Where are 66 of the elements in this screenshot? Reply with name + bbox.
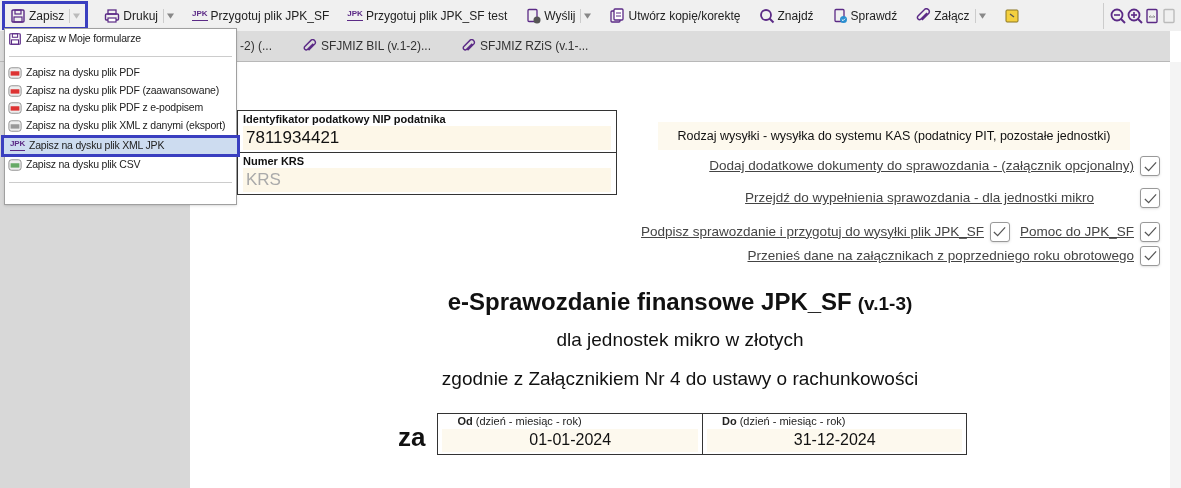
date-label: Do (dzień - miesiąc - rok) — [720, 413, 847, 429]
input-field[interactable]: KRS — [243, 168, 611, 192]
link[interactable]: Dodaj dodatkowe dokumenty do sprawozdania - (załącznik opcjonalny) — [709, 156, 1134, 177]
paperclip-icon — [461, 38, 476, 54]
toolbar-button[interactable]: Drukuj — [96, 1, 183, 30]
document-tab[interactable]: SFJMIZ BIL (v.1-2)... — [302, 37, 431, 55]
xml-file-icon — [8, 118, 22, 133]
field-label: Identyfikator podatkowy NIP podatnika — [243, 112, 447, 126]
form-subtitle: dla jednostek mikro w złotych — [556, 328, 804, 352]
submission-type-label: Rodzaj wysyłki - wysyłka do systemu KAS (podatnicy PIT, pozostałe jednostki) — [658, 122, 1130, 150]
caret-icon[interactable] — [978, 12, 986, 19]
printer-icon — [104, 7, 121, 24]
checkbox[interactable] — [1140, 156, 1160, 177]
checkbox[interactable] — [1140, 221, 1160, 242]
form-title: e-Sprawozdanie finansowe JPK_SF — [447, 287, 852, 317]
sticky-note-icon — [1003, 7, 1020, 24]
copy-icon — [609, 7, 626, 24]
date-field[interactable]: 01-01-2024 — [442, 428, 698, 452]
spreadsheet-file-icon — [8, 158, 22, 173]
pdf-file-icon — [8, 101, 22, 116]
menu-item[interactable]: Zapisz na dysku plik PDF — [5, 64, 236, 82]
fit-width-icon[interactable] — [1144, 7, 1160, 24]
caret-icon[interactable] — [584, 12, 592, 19]
document-send-icon — [525, 7, 542, 24]
date-label: Od (dzień - miesiąc - rok) — [456, 413, 583, 429]
pdf-file-icon — [8, 66, 22, 81]
menu-item[interactable]: Zapisz w Moje formularze — [5, 30, 236, 48]
zoom-in-icon[interactable] — [1127, 7, 1143, 24]
link[interactable]: Przenieś dane na załącznikach z poprzedniego roku obrotowego — [747, 245, 1134, 266]
toolbar-button[interactable]: Znajdź — [750, 1, 822, 30]
date-field[interactable]: 31-12-2024 — [706, 428, 963, 452]
pdf-file-icon — [8, 83, 22, 98]
form-subtitle: zgodnie z Załącznikiem Nr 4 do ustawy o rachunkowości — [441, 366, 919, 391]
checkmark-icon — [1142, 248, 1158, 264]
link[interactable]: Podpisz sprawozdanie i przygotuj do wysyłki plik JPK_SF — [641, 221, 984, 242]
toolbar-button[interactable]: Sprawdź — [823, 1, 906, 30]
document-tab[interactable]: SFJMIZ RZiS (v.1-... — [461, 37, 589, 55]
menu-item[interactable]: Zapisz na dysku plik PDF z e-podpisem — [5, 99, 236, 117]
link[interactable]: Przejdź do wypełnienia sprawozdania - dla jednostki mikro — [745, 188, 1094, 209]
paperclip-icon — [302, 38, 317, 54]
search-icon — [758, 7, 775, 24]
checkmark-icon — [992, 224, 1008, 240]
link[interactable]: Pomoc do JPK_SF — [1019, 221, 1134, 242]
checkbox[interactable] — [989, 221, 1010, 242]
checkbox[interactable] — [1140, 188, 1160, 209]
toolbar-button[interactable]: Załącz — [907, 1, 994, 30]
toolbar-button[interactable]: Utwórz kopię/korektę — [601, 1, 749, 30]
paperclip-icon — [915, 7, 932, 24]
toolbar-button[interactable]: JPK Przygotuj plik JPK_SF test — [339, 1, 516, 30]
checkbox[interactable] — [1140, 245, 1160, 266]
period-label: za — [398, 421, 426, 454]
menu-item[interactable]: Zapisz na dysku plik CSV — [5, 156, 236, 174]
zoom-out-icon[interactable] — [1110, 7, 1126, 24]
toolbar-button[interactable]: Wyślij — [517, 1, 600, 30]
menu-item[interactable]: Zapisz na dysku plik XML z danymi (eksport) — [5, 117, 236, 135]
caret-icon[interactable] — [167, 12, 175, 19]
save-icon — [8, 31, 22, 46]
menu-item[interactable]: JPK Zapisz na dysku plik XML JPK — [1, 134, 240, 157]
form-version: (v.1-3) — [857, 292, 913, 316]
input-field[interactable]: 7811934421 — [243, 126, 611, 150]
save-icon — [10, 7, 26, 24]
menu-item[interactable]: Zapisz na dysku plik PDF (zaawansowane) — [5, 82, 236, 100]
checkmark-icon — [1142, 224, 1158, 240]
field-label: Numer KRS — [243, 154, 306, 168]
document-tab[interactable]: -2) (... — [240, 37, 272, 55]
document-check-icon — [831, 7, 848, 24]
